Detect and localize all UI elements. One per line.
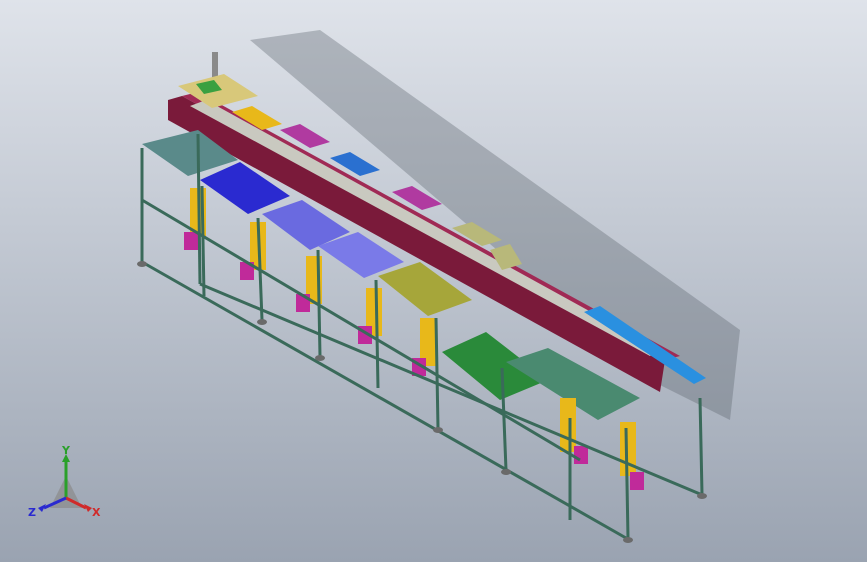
fixture-1 <box>184 232 198 250</box>
cad-viewport[interactable]: Y X Z <box>0 0 867 562</box>
fixture-6 <box>574 446 588 464</box>
axis-triad[interactable]: Y X Z <box>22 446 112 526</box>
x-axis-label: X <box>92 506 101 519</box>
panel-6 <box>560 398 576 452</box>
z-axis-label: Z <box>28 506 36 519</box>
fixture-7 <box>630 472 644 490</box>
assembly-model[interactable] <box>0 0 867 562</box>
y-axis-label: Y <box>61 446 71 457</box>
